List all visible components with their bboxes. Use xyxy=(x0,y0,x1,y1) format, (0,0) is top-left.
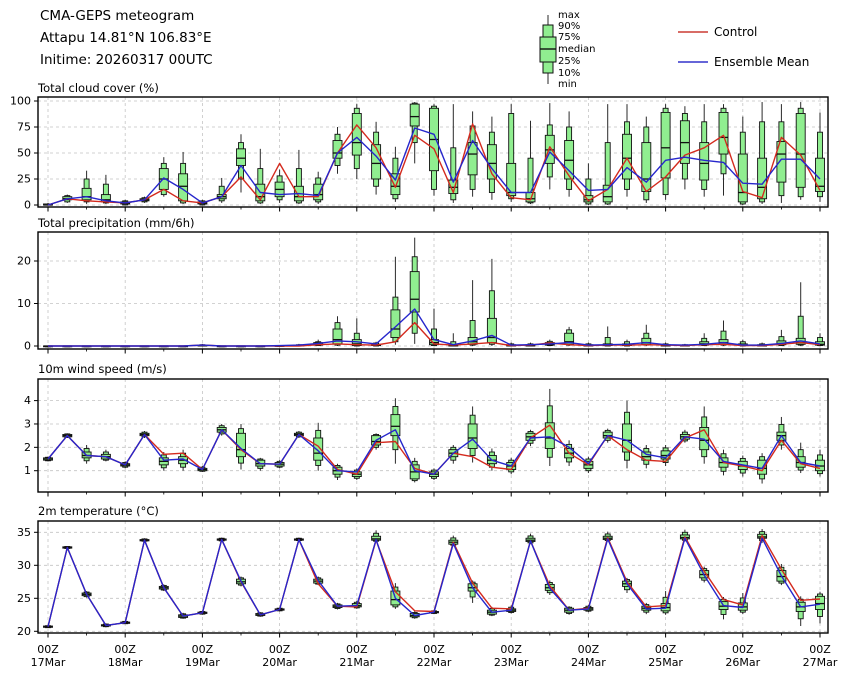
x-tick-label-hour: 00Z xyxy=(655,643,677,656)
x-tick-label-day: 27Mar xyxy=(803,656,838,669)
x-tick-label-hour: 00Z xyxy=(269,643,291,656)
box-25-75 xyxy=(758,158,767,199)
meteogram-plot: 02550751000102012342025303500Z17Mar00Z18… xyxy=(0,0,841,680)
meteogram-page: { "header": { "title": "CMA-GEPS meteogr… xyxy=(0,0,841,680)
box-25-75 xyxy=(603,185,612,202)
panel-frame xyxy=(38,521,828,633)
x-tick-label-day: 21Mar xyxy=(339,656,374,669)
x-tick-label-day: 26Mar xyxy=(725,656,760,669)
box-25-75 xyxy=(372,145,381,179)
x-tick-label-day: 18Mar xyxy=(108,656,143,669)
box-25-75 xyxy=(410,104,419,126)
box-25-75 xyxy=(661,112,670,178)
box-25-75 xyxy=(391,415,400,436)
box-25-75 xyxy=(237,149,246,166)
box-25-75 xyxy=(738,154,747,202)
x-tick-label-day: 23Mar xyxy=(494,656,529,669)
y-tick-label: 0 xyxy=(24,199,31,212)
y-tick-label: 4 xyxy=(24,394,31,407)
x-tick-label-hour: 00Z xyxy=(500,643,522,656)
box-25-75 xyxy=(352,113,361,155)
x-tick-label-hour: 00Z xyxy=(732,643,754,656)
x-tick-label-hour: 00Z xyxy=(809,643,831,656)
box-25-75 xyxy=(816,596,825,609)
y-tick-label: 1 xyxy=(24,464,31,477)
x-tick-label-hour: 00Z xyxy=(114,643,136,656)
y-tick-label: 35 xyxy=(17,526,31,539)
y-tick-label: 2 xyxy=(24,441,31,454)
y-tick-label: 20 xyxy=(17,255,31,268)
x-tick-label-hour: 00Z xyxy=(192,643,214,656)
x-tick-label-day: 19Mar xyxy=(185,656,220,669)
y-tick-label: 25 xyxy=(17,592,31,605)
x-tick-label-day: 20Mar xyxy=(262,656,297,669)
box-25-75 xyxy=(623,134,632,179)
x-tick-label-hour: 00Z xyxy=(423,643,445,656)
x-tick-label-day: 25Mar xyxy=(648,656,683,669)
box-25-75 xyxy=(468,424,477,449)
box-25-75 xyxy=(507,163,516,195)
x-tick-label-day: 22Mar xyxy=(417,656,452,669)
x-tick-label-day: 24Mar xyxy=(571,656,606,669)
y-tick-label: 20 xyxy=(17,625,31,638)
x-tick-label-hour: 00Z xyxy=(346,643,368,656)
x-tick-label-hour: 00Z xyxy=(37,643,59,656)
box-25-75 xyxy=(314,184,323,200)
box-25-75 xyxy=(796,113,805,187)
y-tick-label: 3 xyxy=(24,417,31,430)
x-tick-label-hour: 00Z xyxy=(578,643,600,656)
y-tick-label: 0 xyxy=(24,340,31,353)
y-tick-label: 25 xyxy=(17,173,31,186)
y-tick-label: 75 xyxy=(17,121,31,134)
y-tick-label: 10 xyxy=(17,297,31,310)
x-tick-label-day: 17Mar xyxy=(31,656,66,669)
y-tick-label: 50 xyxy=(17,147,31,160)
y-tick-label: 30 xyxy=(17,559,31,572)
box-25-75 xyxy=(487,318,496,342)
box-25-75 xyxy=(642,143,651,192)
y-tick-label: 100 xyxy=(10,95,31,108)
box-25-75 xyxy=(719,112,728,154)
box-25-75 xyxy=(410,272,419,312)
